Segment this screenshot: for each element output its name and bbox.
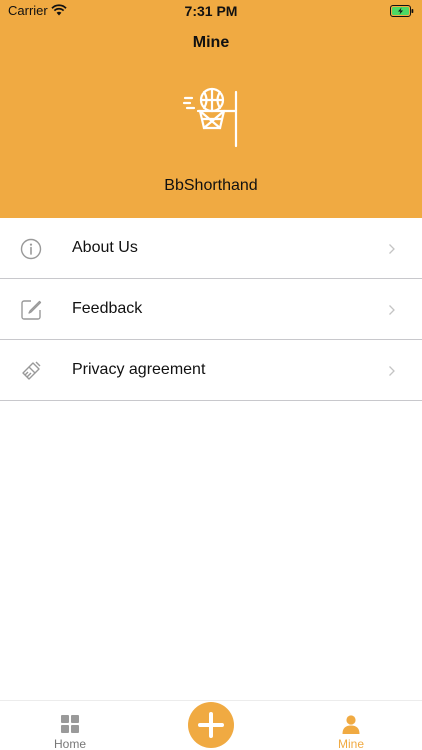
battery-charging-icon xyxy=(390,5,414,17)
tab-home-label: Home xyxy=(53,737,86,750)
chevron-right-icon xyxy=(389,244,395,254)
tab-mine-label: Mine xyxy=(337,737,364,750)
menu-item-privacy-agreement[interactable]: Privacy agreement xyxy=(0,340,422,401)
person-icon xyxy=(342,715,360,734)
grid-icon xyxy=(61,715,79,733)
menu-item-label: Privacy agreement xyxy=(72,361,206,378)
profile-header: Carrier 7:31 PM Mine BbShorthand xyxy=(0,0,422,218)
tab-mine[interactable]: Mine xyxy=(281,701,421,750)
add-button[interactable] xyxy=(188,702,234,748)
clock: 7:31 PM xyxy=(184,3,238,19)
settings-menu: About Us Feedback Privacy agreement xyxy=(0,218,422,401)
page-title: Mine xyxy=(192,34,230,51)
edit-icon xyxy=(21,300,42,320)
status-bar: Carrier 7:31 PM xyxy=(0,0,422,22)
menu-item-feedback[interactable]: Feedback xyxy=(0,279,422,340)
menu-item-label: Feedback xyxy=(72,300,143,317)
app-name: BbShorthand xyxy=(164,177,258,194)
menu-item-label: About Us xyxy=(72,239,138,256)
menu-item-about-us[interactable]: About Us xyxy=(0,218,422,279)
basketball-hoop-icon xyxy=(182,87,238,148)
info-icon xyxy=(20,238,42,260)
brush-icon xyxy=(22,361,41,380)
plus-icon xyxy=(198,712,224,738)
chevron-right-icon xyxy=(389,305,395,315)
tab-home[interactable]: Home xyxy=(0,701,140,750)
chevron-right-icon xyxy=(389,366,395,376)
